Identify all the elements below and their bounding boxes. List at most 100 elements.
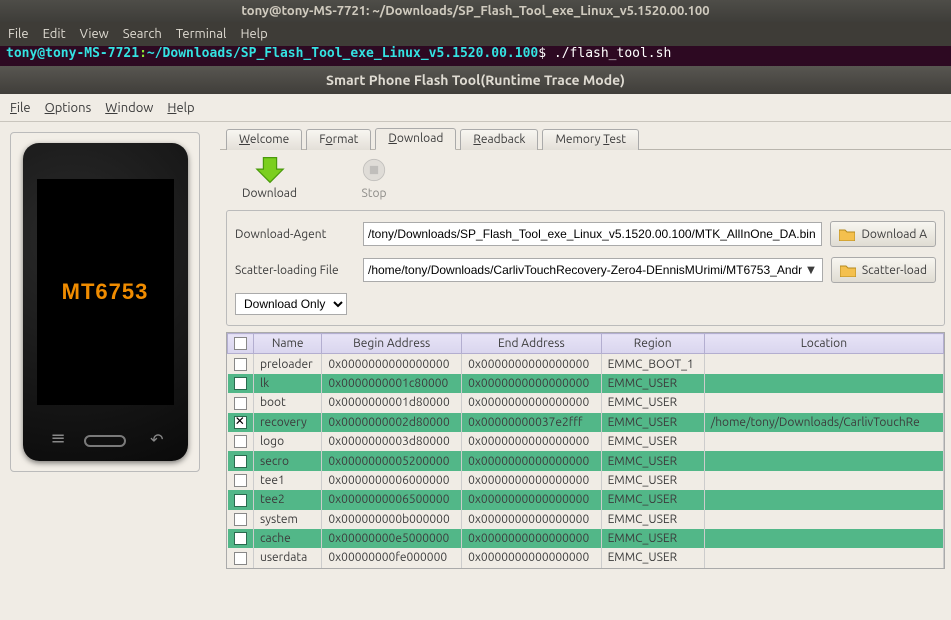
- terminal-menu-edit[interactable]: Edit: [43, 27, 66, 41]
- row-checkbox[interactable]: [234, 397, 247, 410]
- col-end[interactable]: End Address: [462, 334, 601, 354]
- table-row[interactable]: cache0x00000000e50000000x000000000000000…: [228, 529, 944, 548]
- cell-name: recovery: [254, 413, 322, 432]
- cell-end: 0x0000000000000000: [462, 490, 601, 509]
- terminal-menu-terminal[interactable]: Terminal: [176, 27, 227, 41]
- row-checkbox[interactable]: [234, 474, 247, 487]
- col-begin[interactable]: Begin Address: [322, 334, 462, 354]
- terminal-dollar: $: [538, 46, 554, 61]
- cell-end: 0x0000000000000000: [462, 451, 601, 470]
- table-row[interactable]: recovery0x0000000002d800000x00000000037e…: [228, 413, 944, 432]
- cell-begin: 0x0000000001d80000: [322, 393, 462, 412]
- cell-location: /home/tony/Downloads/CarlivTouchRe: [704, 413, 943, 432]
- cell-name: lk: [254, 374, 322, 393]
- row-checkbox[interactable]: [234, 513, 247, 526]
- cell-name: preloader: [254, 354, 322, 374]
- stop-button-label: Stop: [361, 187, 386, 200]
- table-row[interactable]: userdata0x00000000fe0000000x000000000000…: [228, 548, 944, 567]
- cell-name: logo: [254, 432, 322, 451]
- row-checkbox[interactable]: [234, 358, 247, 371]
- table-row[interactable]: logo0x0000000003d800000x0000000000000000…: [228, 432, 944, 451]
- col-check[interactable]: [228, 334, 254, 354]
- row-checkbox[interactable]: [234, 494, 247, 507]
- cell-name: secro: [254, 451, 322, 470]
- cell-begin: 0x0000000006500000: [322, 490, 462, 509]
- terminal-menu-help[interactable]: Help: [240, 27, 267, 41]
- row-checkbox[interactable]: [234, 377, 247, 390]
- cell-region: EMMC_USER: [601, 471, 704, 490]
- cell-begin: 0x000000000b000000: [322, 510, 462, 529]
- cell-begin: 0x00000000fe000000: [322, 548, 462, 567]
- table-row[interactable]: secro0x00000000052000000x000000000000000…: [228, 451, 944, 470]
- cell-location: [704, 374, 943, 393]
- table-row[interactable]: preloader0x00000000000000000x00000000000…: [228, 354, 944, 374]
- cell-region: EMMC_USER: [601, 374, 704, 393]
- cell-end: 0x0000000000000000: [462, 432, 601, 451]
- row-checkbox[interactable]: [234, 532, 247, 545]
- folder-icon: [839, 228, 855, 241]
- download-button[interactable]: Download: [242, 156, 297, 200]
- tab-memory-test[interactable]: Memory Test: [542, 129, 638, 150]
- folder-icon: [840, 264, 856, 277]
- col-name[interactable]: Name: [254, 334, 322, 354]
- menu-help[interactable]: Help: [167, 101, 194, 115]
- app-menubar: File Options Window Help: [0, 94, 951, 122]
- cell-name: system: [254, 510, 322, 529]
- tab-format[interactable]: Format: [306, 129, 371, 150]
- tab-readback[interactable]: Readback: [460, 129, 538, 150]
- row-checkbox[interactable]: [234, 435, 247, 448]
- cell-region: EMMC_USER: [601, 548, 704, 567]
- cell-location: [704, 354, 943, 374]
- table-row[interactable]: lk0x0000000001c800000x0000000000000000EM…: [228, 374, 944, 393]
- scatter-browse-label: Scatter-load: [862, 264, 927, 277]
- partition-table: Name Begin Address End Address Region Lo…: [227, 333, 944, 568]
- menu-file[interactable]: File: [10, 101, 31, 115]
- tab-welcome[interactable]: Welcome: [226, 129, 302, 150]
- cell-begin: 0x0000000002d80000: [322, 413, 462, 432]
- row-checkbox[interactable]: [234, 455, 247, 468]
- terminal-command: ./flash_tool.sh: [554, 46, 671, 61]
- cell-region: EMMC_USER: [601, 393, 704, 412]
- cell-location: [704, 471, 943, 490]
- stop-button[interactable]: Stop: [357, 156, 391, 200]
- download-mode-select[interactable]: Download Only: [235, 293, 347, 315]
- phone-graphic: BM MT6753 ≡ ↶: [23, 143, 188, 461]
- terminal-body[interactable]: tony@tony-MS-7721:~/Downloads/SP_Flash_T…: [0, 46, 951, 66]
- cell-end: 0x0000000000000000: [462, 510, 601, 529]
- paths-group: Download-Agent Download A Scatter-loadin…: [226, 210, 945, 326]
- terminal-menubar: File Edit View Search Terminal Help: [0, 22, 951, 46]
- cell-end: 0x0000000000000000: [462, 529, 601, 548]
- cell-end: 0x00000000037e2fff: [462, 413, 601, 432]
- terminal-menu-search[interactable]: Search: [123, 27, 162, 41]
- download-agent-label: Download-Agent: [235, 228, 355, 241]
- col-location[interactable]: Location: [704, 334, 943, 354]
- terminal-path: ~/Downloads/SP_Flash_Tool_exe_Linux_v5.1…: [147, 46, 538, 61]
- tab-download[interactable]: Download: [375, 128, 456, 150]
- cell-region: EMMC_USER: [601, 490, 704, 509]
- download-arrow-icon: [253, 156, 287, 184]
- menu-window[interactable]: Window: [105, 101, 153, 115]
- scatter-dropdown-arrow-icon[interactable]: ▼: [807, 264, 815, 276]
- cell-location: [704, 510, 943, 529]
- menu-options[interactable]: Options: [45, 101, 92, 115]
- table-row[interactable]: system0x000000000b0000000x00000000000000…: [228, 510, 944, 529]
- download-agent-input[interactable]: [363, 222, 822, 246]
- download-agent-browse-button[interactable]: Download A: [830, 221, 936, 247]
- terminal-menu-view[interactable]: View: [80, 27, 109, 41]
- table-row[interactable]: tee10x00000000060000000x0000000000000000…: [228, 471, 944, 490]
- scatter-input[interactable]: [363, 258, 823, 282]
- cell-name: userdata: [254, 548, 322, 567]
- cell-region: EMMC_BOOT_1: [601, 354, 704, 374]
- scatter-browse-button[interactable]: Scatter-load: [831, 257, 936, 283]
- cell-region: EMMC_USER: [601, 510, 704, 529]
- cell-region: EMMC_USER: [601, 413, 704, 432]
- col-region[interactable]: Region: [601, 334, 704, 354]
- cell-end: 0x0000000000000000: [462, 471, 601, 490]
- row-checkbox[interactable]: [234, 416, 247, 429]
- table-row[interactable]: tee20x00000000065000000x0000000000000000…: [228, 490, 944, 509]
- cell-location: [704, 451, 943, 470]
- home-key-icon: [84, 435, 126, 447]
- table-row[interactable]: boot0x0000000001d800000x0000000000000000…: [228, 393, 944, 412]
- terminal-menu-file[interactable]: File: [8, 27, 29, 41]
- row-checkbox[interactable]: [234, 552, 247, 565]
